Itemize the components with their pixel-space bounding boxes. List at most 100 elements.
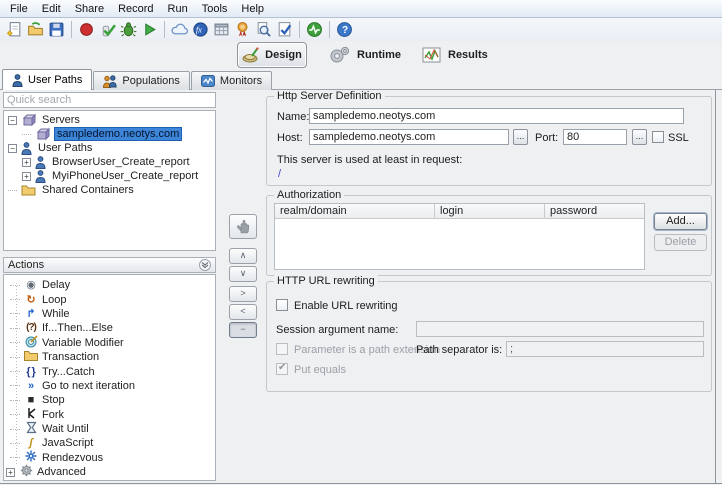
- collapse-toggle-icon[interactable]: −: [8, 116, 17, 125]
- menu-record[interactable]: Record: [111, 2, 160, 16]
- menu-help[interactable]: Help: [234, 2, 271, 16]
- session-argument-field[interactable]: [416, 321, 704, 337]
- license-icon[interactable]: [232, 20, 253, 40]
- help-icon[interactable]: ?: [334, 20, 355, 40]
- delete-button[interactable]: Delete: [654, 234, 707, 251]
- fork-icon: [24, 407, 38, 422]
- menu-edit[interactable]: Edit: [35, 2, 68, 16]
- expand-toggle-icon[interactable]: +: [22, 172, 31, 181]
- record-icon[interactable]: [76, 20, 97, 40]
- column-realm-domain[interactable]: realm/domain: [275, 204, 435, 218]
- if-then-else-icon: (?): [24, 322, 38, 334]
- request-link[interactable]: /: [278, 168, 281, 180]
- put-equals-checkbox[interactable]: [276, 363, 288, 375]
- ssl-checkbox[interactable]: [652, 131, 664, 143]
- functions-icon[interactable]: fx: [190, 20, 211, 40]
- svg-text:?: ?: [342, 25, 348, 36]
- group-title: Http Server Definition: [274, 90, 385, 102]
- tree-node-servers[interactable]: − Servers: [4, 113, 215, 127]
- put-equals-label: Put equals: [294, 364, 346, 376]
- host-browse-button[interactable]: ...: [513, 129, 528, 145]
- tree-node-myiphoneuser[interactable]: + MyiPhoneUser_Create_report: [4, 169, 215, 183]
- port-field[interactable]: [563, 129, 627, 145]
- column-login[interactable]: login: [435, 204, 545, 218]
- check-virtual-user-icon[interactable]: [97, 20, 118, 40]
- path-extension-checkbox[interactable]: [276, 343, 288, 355]
- action-loop[interactable]: ↻Loop: [4, 292, 215, 306]
- action-stop[interactable]: ■Stop: [4, 393, 215, 407]
- authorization-table-header: realm/domain login password: [275, 204, 644, 219]
- menu-run[interactable]: Run: [161, 2, 195, 16]
- action-transaction[interactable]: Transaction: [4, 350, 215, 364]
- url-rewriting-group: HTTP URL rewriting Enable URL rewriting …: [266, 281, 712, 392]
- action-advanced[interactable]: +Advanced: [4, 465, 215, 479]
- action-delay[interactable]: ◉Delay: [4, 278, 215, 292]
- menu-file[interactable]: File: [3, 2, 35, 16]
- validate-project-icon[interactable]: [274, 20, 295, 40]
- debug-icon[interactable]: [118, 20, 139, 40]
- move-down-button[interactable]: ∨: [229, 266, 257, 282]
- variable-modifier-icon: [24, 335, 38, 351]
- tab-populations[interactable]: Populations: [93, 71, 190, 90]
- results-button[interactable]: Results: [422, 44, 488, 66]
- run-icon[interactable]: [139, 20, 160, 40]
- left-tab-bar: User Paths Populations Monitors: [2, 69, 273, 90]
- menu-tools[interactable]: Tools: [195, 2, 235, 16]
- action-wait-until[interactable]: Wait Until: [4, 422, 215, 436]
- add-button[interactable]: Add...: [654, 213, 707, 230]
- tree-node-browseruser[interactable]: + BrowserUser_Create_report: [4, 155, 215, 169]
- server-icon: [21, 113, 36, 127]
- column-password[interactable]: password: [545, 204, 644, 218]
- action-variable-modifier[interactable]: Variable Modifier: [4, 336, 215, 350]
- while-icon: ↱: [24, 308, 38, 320]
- project-tree: − Servers sampledemo.neotys.com − User P…: [3, 110, 216, 251]
- tab-monitors[interactable]: Monitors: [191, 71, 272, 90]
- open-project-icon[interactable]: [25, 20, 46, 40]
- move-left-button[interactable]: <: [229, 304, 257, 320]
- host-field[interactable]: [309, 129, 509, 145]
- action-rendezvous[interactable]: Rendezvous: [4, 451, 215, 465]
- user-icon: [21, 142, 32, 155]
- collapse-toggle-icon[interactable]: −: [8, 144, 17, 153]
- move-up-button[interactable]: ∧: [229, 248, 257, 264]
- path-separator-field[interactable]: [506, 341, 704, 357]
- authorization-table-body[interactable]: [275, 219, 644, 269]
- tree-node-server-sampledemo[interactable]: sampledemo.neotys.com: [4, 127, 215, 141]
- tab-user-paths[interactable]: User Paths: [2, 69, 92, 90]
- stop-icon: ■: [24, 394, 38, 406]
- action-try-catch[interactable]: { }Try...Catch: [4, 364, 215, 378]
- move-right-button[interactable]: >: [229, 286, 257, 302]
- menu-share[interactable]: Share: [68, 2, 111, 16]
- monitoring-icon[interactable]: [304, 20, 325, 40]
- actions-list: ◉Delay ↻Loop ↱While (?)If...Then...Else …: [3, 274, 216, 481]
- name-field[interactable]: [309, 108, 684, 124]
- action-while[interactable]: ↱While: [4, 307, 215, 321]
- enable-url-rewriting-checkbox[interactable]: [276, 299, 288, 311]
- search-icon[interactable]: [253, 20, 274, 40]
- go-to-next-iteration-icon: »: [24, 380, 38, 392]
- mode-bar: Design Runtime Results: [0, 41, 722, 69]
- new-project-icon[interactable]: [4, 20, 25, 40]
- collapse-panel-icon[interactable]: [199, 259, 211, 271]
- database-icon[interactable]: [211, 20, 232, 40]
- design-label: Design: [265, 49, 302, 61]
- expand-toggle-icon[interactable]: +: [22, 158, 31, 167]
- quick-search-input[interactable]: [3, 92, 216, 108]
- action-if-then-else[interactable]: (?)If...Then...Else: [4, 321, 215, 335]
- tree-node-user-paths[interactable]: − User Paths: [4, 141, 215, 155]
- design-button[interactable]: Design: [237, 42, 307, 68]
- toolbar-separator: [329, 21, 330, 38]
- action-javascript[interactable]: ʃJavaScript: [4, 436, 215, 450]
- expand-toggle-icon[interactable]: +: [6, 468, 15, 477]
- save-icon[interactable]: [46, 20, 67, 40]
- action-go-to-next-iteration[interactable]: »Go to next iteration: [4, 379, 215, 393]
- port-browse-button[interactable]: ...: [632, 129, 647, 145]
- port-label: Port:: [535, 132, 558, 144]
- design-icon: [242, 47, 260, 63]
- pick-hand-button[interactable]: [229, 214, 257, 239]
- action-fork[interactable]: Fork: [4, 408, 215, 422]
- tree-node-shared-containers[interactable]: Shared Containers: [4, 183, 215, 197]
- remove-button[interactable]: −: [229, 322, 257, 338]
- cloud-icon[interactable]: [169, 20, 190, 40]
- runtime-button[interactable]: Runtime: [328, 44, 401, 66]
